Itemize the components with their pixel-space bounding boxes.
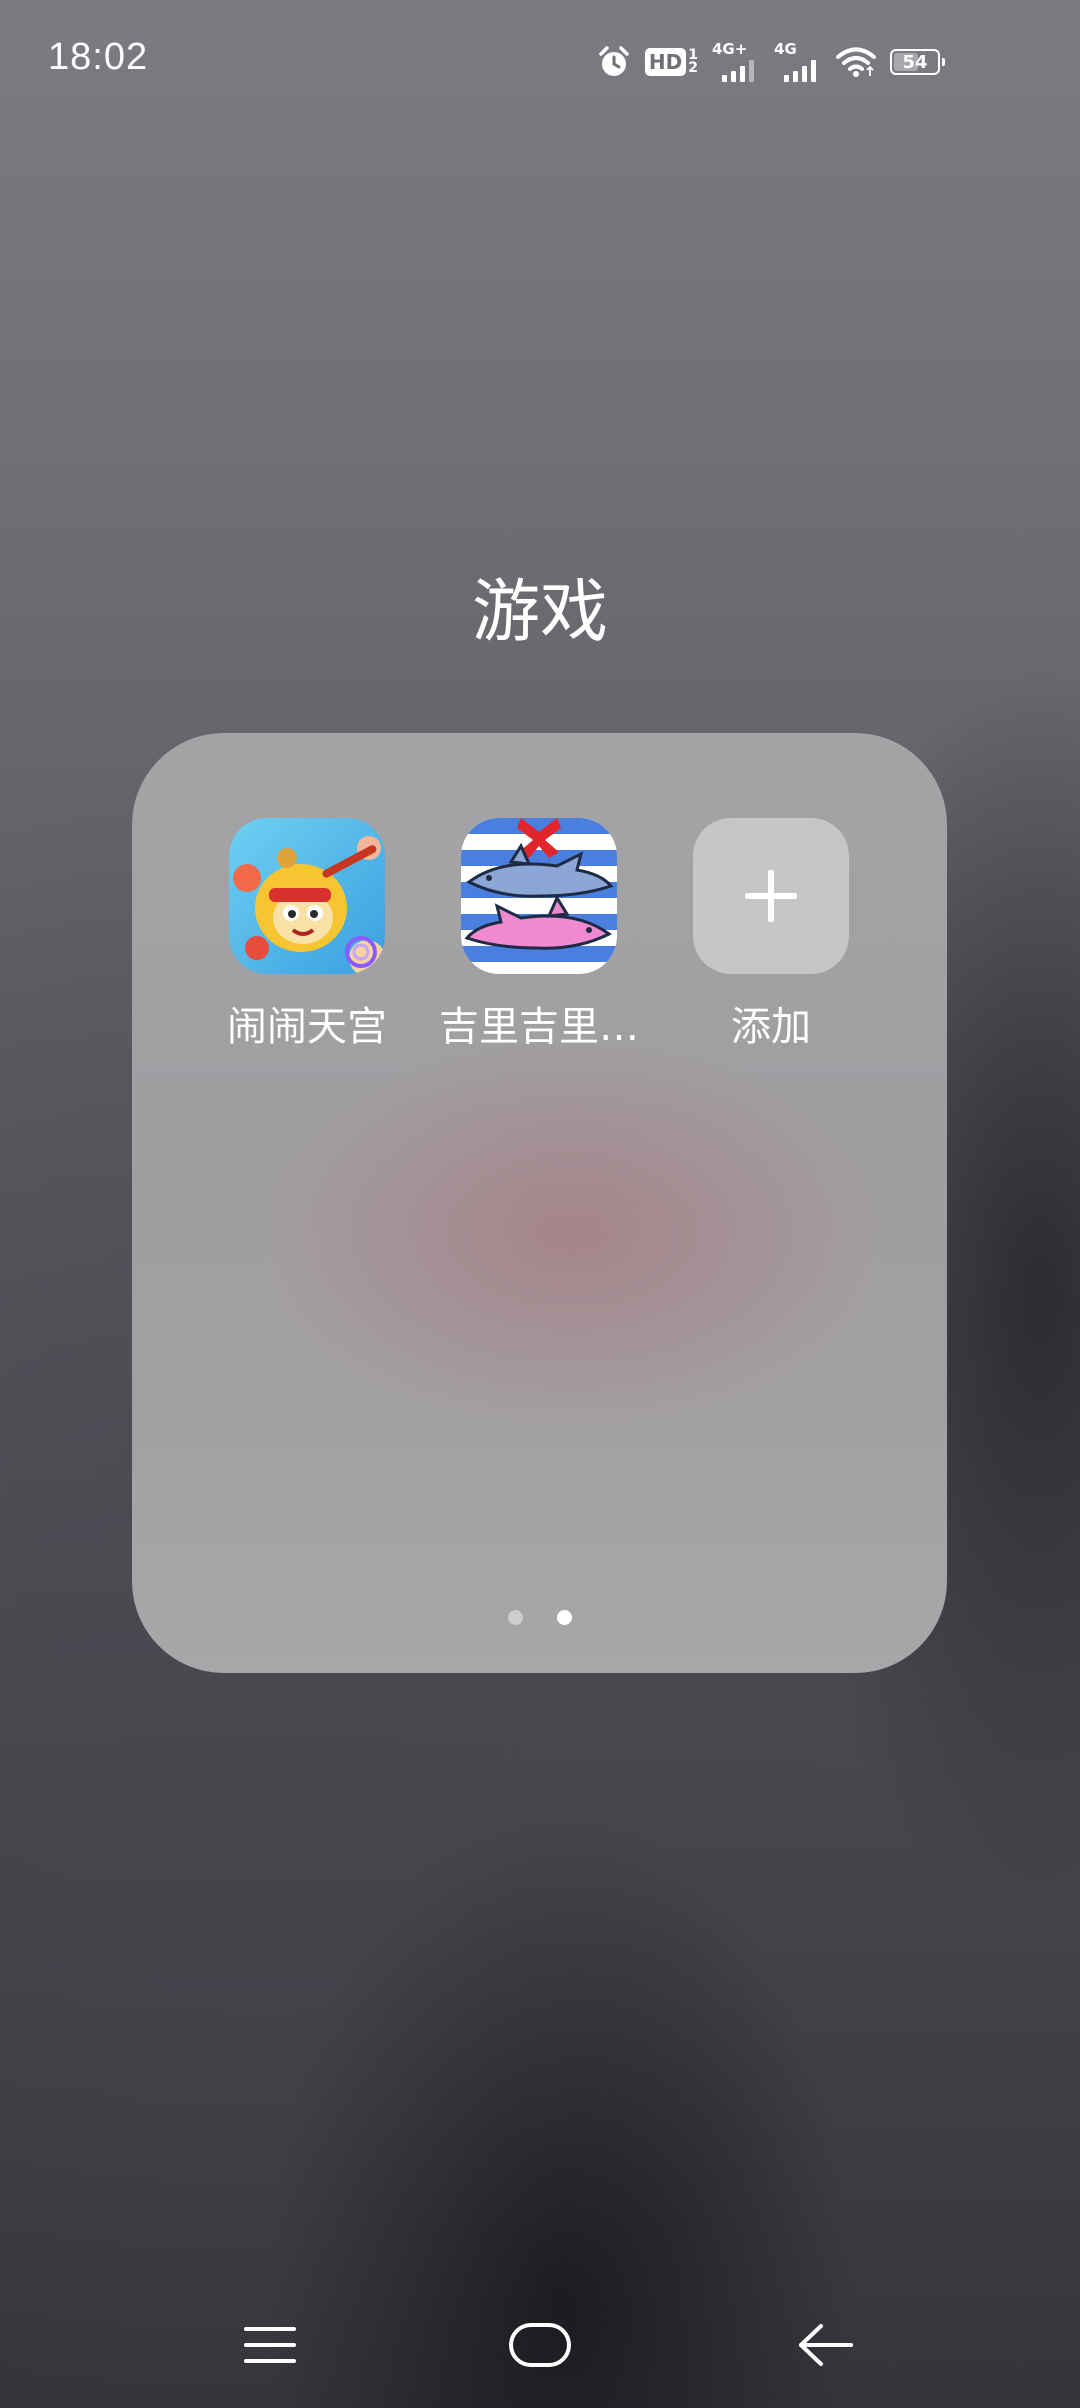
hd-label: HD [644,48,687,76]
navigation-bar [0,2290,1080,2400]
app-item-jili-jili[interactable]: 吉里吉里… [439,818,639,1052]
home-icon [509,2323,571,2367]
signal-icon: 4G+ [712,42,760,82]
battery-icon: 54 [890,49,945,75]
battery-level: 54 [902,51,928,73]
menu-button[interactable] [210,2290,330,2400]
status-time: 18:02 [48,36,149,78]
back-button[interactable] [765,2290,885,2400]
game-monkey-king-icon[interactable] [229,818,385,974]
hd-sub-bottom: 2 [688,60,698,76]
app-label: 添加 [731,1004,811,1050]
game-sharks-icon[interactable] [461,818,617,974]
folder-title[interactable]: 游戏 [0,556,1080,655]
page-dot-2[interactable] [556,1610,572,1625]
page-indicator[interactable] [132,1610,947,1625]
app-item-naonao-tiangong[interactable]: 闹闹天宫 [207,818,407,1052]
home-button[interactable] [480,2290,600,2400]
sim1-network-label: 4G+ [712,40,748,58]
app-label: 吉里吉里… [439,1004,639,1050]
hd-volte-icon: HD 1 2 [644,48,698,76]
app-label: 闹闹天宫 [227,1004,387,1050]
alarm-icon [597,45,631,79]
back-icon [799,2324,853,2366]
status-icons: HD 1 2 4G+ 4G 54 [597,40,945,84]
menu-icon [244,2327,296,2363]
signal-icon: 4G [774,42,822,82]
sim2-network-label: 4G [774,40,797,58]
folder-panel: 闹闹天宫 吉里吉里… 添加 [132,733,947,1673]
page-dot-1[interactable] [507,1610,523,1625]
plus-icon[interactable] [693,818,849,974]
add-app-button[interactable]: 添加 [671,818,871,1052]
status-bar: 18:02 HD 1 2 4G+ 4G 54 [0,0,1080,120]
wifi-icon [836,46,876,78]
